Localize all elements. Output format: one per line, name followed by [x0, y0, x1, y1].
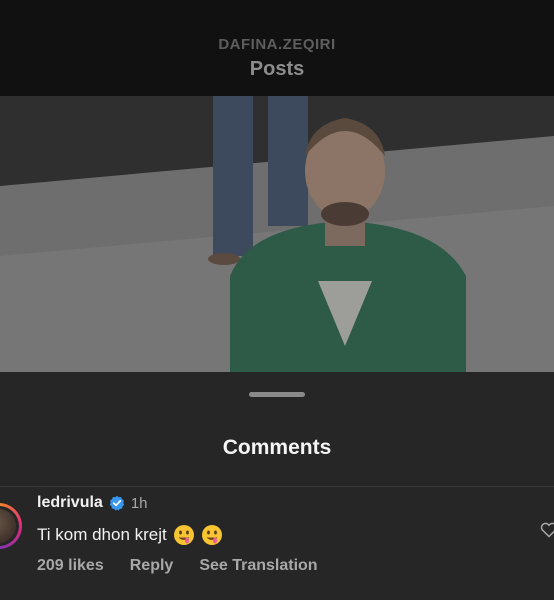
comment-header: ledrivula 1h	[37, 494, 148, 512]
see-translation-button[interactable]: See Translation	[199, 557, 317, 575]
post-image[interactable]	[0, 96, 554, 376]
comment-timestamp: 1h	[130, 494, 148, 512]
comment-text: Ti kom dhon krejt	[37, 525, 167, 544]
posts-header: DAFINA.ZEQIRI Posts	[0, 0, 554, 96]
divider	[0, 486, 554, 487]
page-title: Posts	[249, 58, 305, 80]
drooling-face-emoji-icon	[201, 525, 222, 545]
comment-body: Ti kom dhon krejt	[37, 524, 223, 546]
comment-username[interactable]: ledrivula	[37, 494, 103, 512]
post-photo-illustration	[0, 96, 554, 376]
comments-title: Comments	[222, 436, 332, 459]
drooling-face-emoji-icon	[173, 525, 194, 545]
sheet-drag-handle[interactable]	[249, 392, 305, 397]
comments-sheet: Comments ledrivula 1h Ti kom dhon krejt	[0, 372, 554, 600]
account-name[interactable]: DAFINA.ZEQIRI	[0, 36, 554, 53]
avatar[interactable]	[0, 503, 22, 549]
verified-badge-icon	[109, 495, 125, 511]
reply-button[interactable]: Reply	[130, 557, 174, 575]
comment-actions: 209 likes Reply See Translation	[37, 557, 318, 575]
comment-item: ledrivula 1h Ti kom dhon krejt 209 likes…	[0, 488, 554, 600]
likes-count[interactable]: 209 likes	[37, 557, 104, 575]
like-heart-icon[interactable]	[540, 521, 554, 539]
